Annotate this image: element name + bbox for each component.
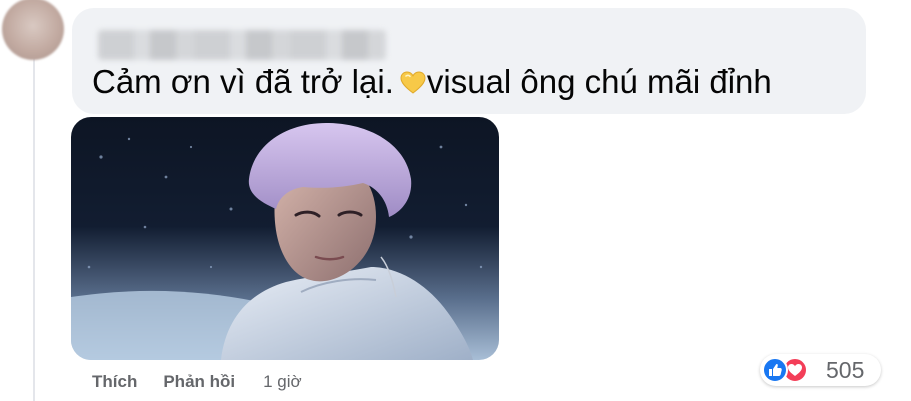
reaction-count: 505 [826, 357, 865, 383]
yellow-heart-icon [400, 71, 426, 94]
comment-text-part-2: visual ông chú mãi đỉnh [426, 63, 772, 100]
comment-timestamp[interactable]: 1 giờ [263, 372, 302, 392]
reaction-summary[interactable]: 505 [760, 354, 881, 386]
photo-illustration [71, 122, 483, 360]
like-icon [762, 357, 788, 383]
comment-actions: Thích Phản hồi 1 giờ [92, 371, 302, 393]
avatar[interactable] [2, 0, 64, 60]
like-action[interactable]: Thích [92, 372, 137, 392]
comment-text: Cảm ơn vì đã trở lại. visual ông chú mãi… [92, 62, 772, 102]
reply-thread-line [33, 54, 35, 401]
author-name-blurred[interactable] [98, 30, 386, 60]
comment-photo[interactable] [71, 117, 499, 360]
reply-action[interactable]: Phản hồi [163, 372, 235, 392]
comment-bubble: Cảm ơn vì đã trở lại. visual ông chú mãi… [72, 8, 866, 114]
comment-text-part-1: Cảm ơn vì đã trở lại. [92, 63, 394, 100]
